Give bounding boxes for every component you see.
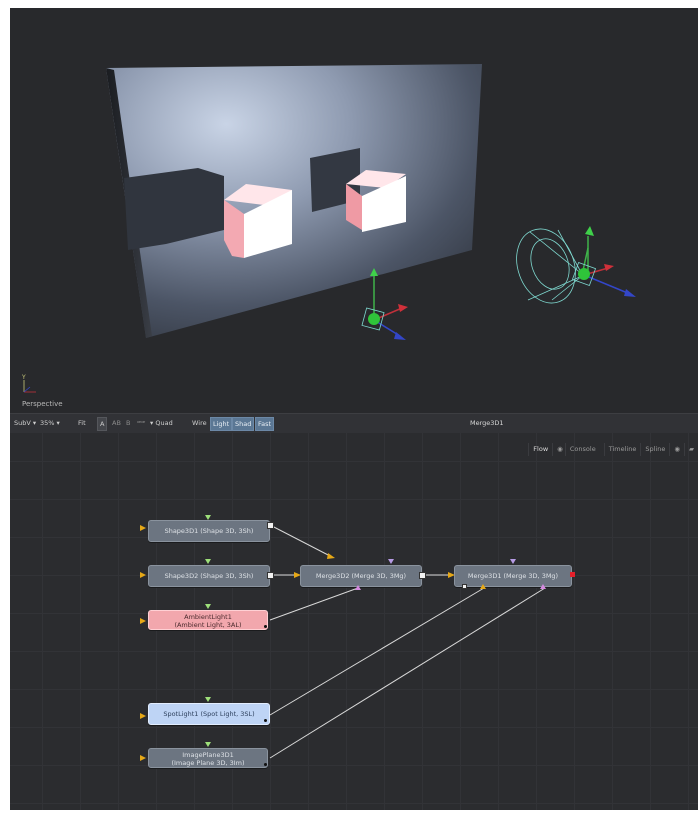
node-ambientlight1[interactable]: AmbientLight1 (Ambient Light, 3AL) — [148, 610, 268, 630]
3d-scene — [23, 64, 636, 393]
node-merge3d1[interactable]: Merge3D1 (Merge 3D, 3Mg) — [454, 565, 572, 587]
node-input-port[interactable] — [355, 585, 361, 590]
quad-dropdown[interactable]: ▾ Quad — [150, 419, 173, 427]
wire-shape1-merge2 — [269, 524, 333, 558]
buffer-ab-button[interactable]: AB — [112, 419, 121, 427]
wire-button[interactable]: Wire — [192, 419, 207, 427]
node-shape3d1[interactable]: Shape3D1 (Shape 3D, 3Sh) — [148, 520, 270, 542]
node-subtitle: (Image Plane 3D, 3Im) — [171, 759, 245, 767]
chevron-down-icon: ▾ — [32, 419, 37, 427]
node-imageplane3d1[interactable]: ImagePlane3D1 (Image Plane 3D, 3Im) — [148, 748, 268, 768]
node-input-top[interactable] — [205, 559, 211, 564]
node-subtitle: (Ambient Light, 3AL) — [174, 621, 242, 629]
buffer-a-button[interactable]: A — [97, 417, 108, 431]
light-button[interactable]: Light — [210, 417, 233, 431]
cube-right — [346, 170, 406, 232]
node-title: ImagePlane3D1 — [182, 751, 234, 759]
node-view-indicator — [462, 584, 467, 589]
node-spotlight1[interactable]: SpotLight1 (Spot Light, 3SL) — [148, 703, 270, 725]
node-title: AmbientLight1 — [184, 613, 232, 621]
buffer-b-button[interactable]: B — [126, 419, 130, 427]
fit-button[interactable]: Fit — [78, 419, 86, 427]
node-output-dot[interactable] — [264, 763, 267, 766]
node-input-top[interactable] — [388, 559, 394, 564]
node-input-arrow[interactable] — [140, 713, 146, 719]
viewer-title: Merge3D1 — [470, 419, 504, 427]
stereo-button[interactable]: ꟹꟹ — [137, 419, 145, 427]
subview-label: SubV — [14, 419, 31, 427]
node-input-arrow[interactable] — [140, 525, 146, 531]
node-output-dot[interactable] — [264, 719, 267, 722]
node-output-port[interactable] — [570, 572, 575, 577]
transform-gizmo-center — [361, 268, 408, 340]
connection-wires — [269, 524, 546, 759]
wire-spot-merge1 — [269, 587, 485, 716]
node-input-arrow[interactable] — [140, 572, 146, 578]
wire-image-merge1 — [269, 587, 546, 759]
chevron-down-icon: ▾ — [150, 419, 154, 427]
node-output-port[interactable] — [267, 572, 274, 579]
3d-viewer[interactable]: Y Perspective — [10, 8, 698, 413]
node-input-port[interactable] — [330, 557, 336, 562]
subview-dropdown[interactable]: SubV ▾ — [14, 419, 36, 427]
node-output-dot[interactable] — [264, 625, 267, 628]
node-input-top[interactable] — [205, 604, 211, 609]
node-input-top[interactable] — [510, 559, 516, 564]
node-input-arrow[interactable] — [140, 618, 146, 624]
viewport-label: Perspective — [22, 400, 63, 408]
axis-indicator — [23, 380, 36, 393]
wire-ambient-merge2 — [269, 587, 359, 621]
cube-left — [224, 184, 292, 258]
application-window: Y Perspective SubV ▾ 35% ▾ Fit A AB B ꟹꟹ… — [10, 8, 698, 810]
zoom-dropdown[interactable]: 35% ▾ — [40, 419, 60, 427]
shadow-button[interactable]: Shad — [232, 417, 255, 431]
chevron-down-icon: ▾ — [56, 419, 60, 427]
quad-label: Quad — [155, 419, 173, 427]
node-input-top[interactable] — [205, 742, 211, 747]
fast-button[interactable]: Fast — [255, 417, 275, 431]
viewer-toolbar: SubV ▾ 35% ▾ Fit A AB B ꟹꟹ ▾ Quad Wire L… — [10, 413, 698, 434]
node-merge3d2[interactable]: Merge3D2 (Merge 3D, 3Mg) — [300, 565, 422, 587]
node-shape3d2[interactable]: Shape3D2 (Shape 3D, 3Sh) — [148, 565, 270, 587]
spotlight-gizmo — [516, 226, 636, 304]
node-input-port[interactable] — [540, 584, 546, 589]
node-input-top[interactable] — [205, 697, 211, 702]
node-output-port[interactable] — [419, 572, 426, 579]
axis-y-label: Y — [22, 374, 26, 381]
zoom-value: 35% — [40, 419, 55, 427]
flow-editor[interactable]: Flow ◉ Console Timeline Spline ◉ ▰ Shape3D1 (… — [10, 433, 698, 810]
node-input-arrow[interactable] — [140, 755, 146, 761]
node-output-port[interactable] — [267, 522, 274, 529]
node-input-port[interactable] — [480, 584, 486, 589]
